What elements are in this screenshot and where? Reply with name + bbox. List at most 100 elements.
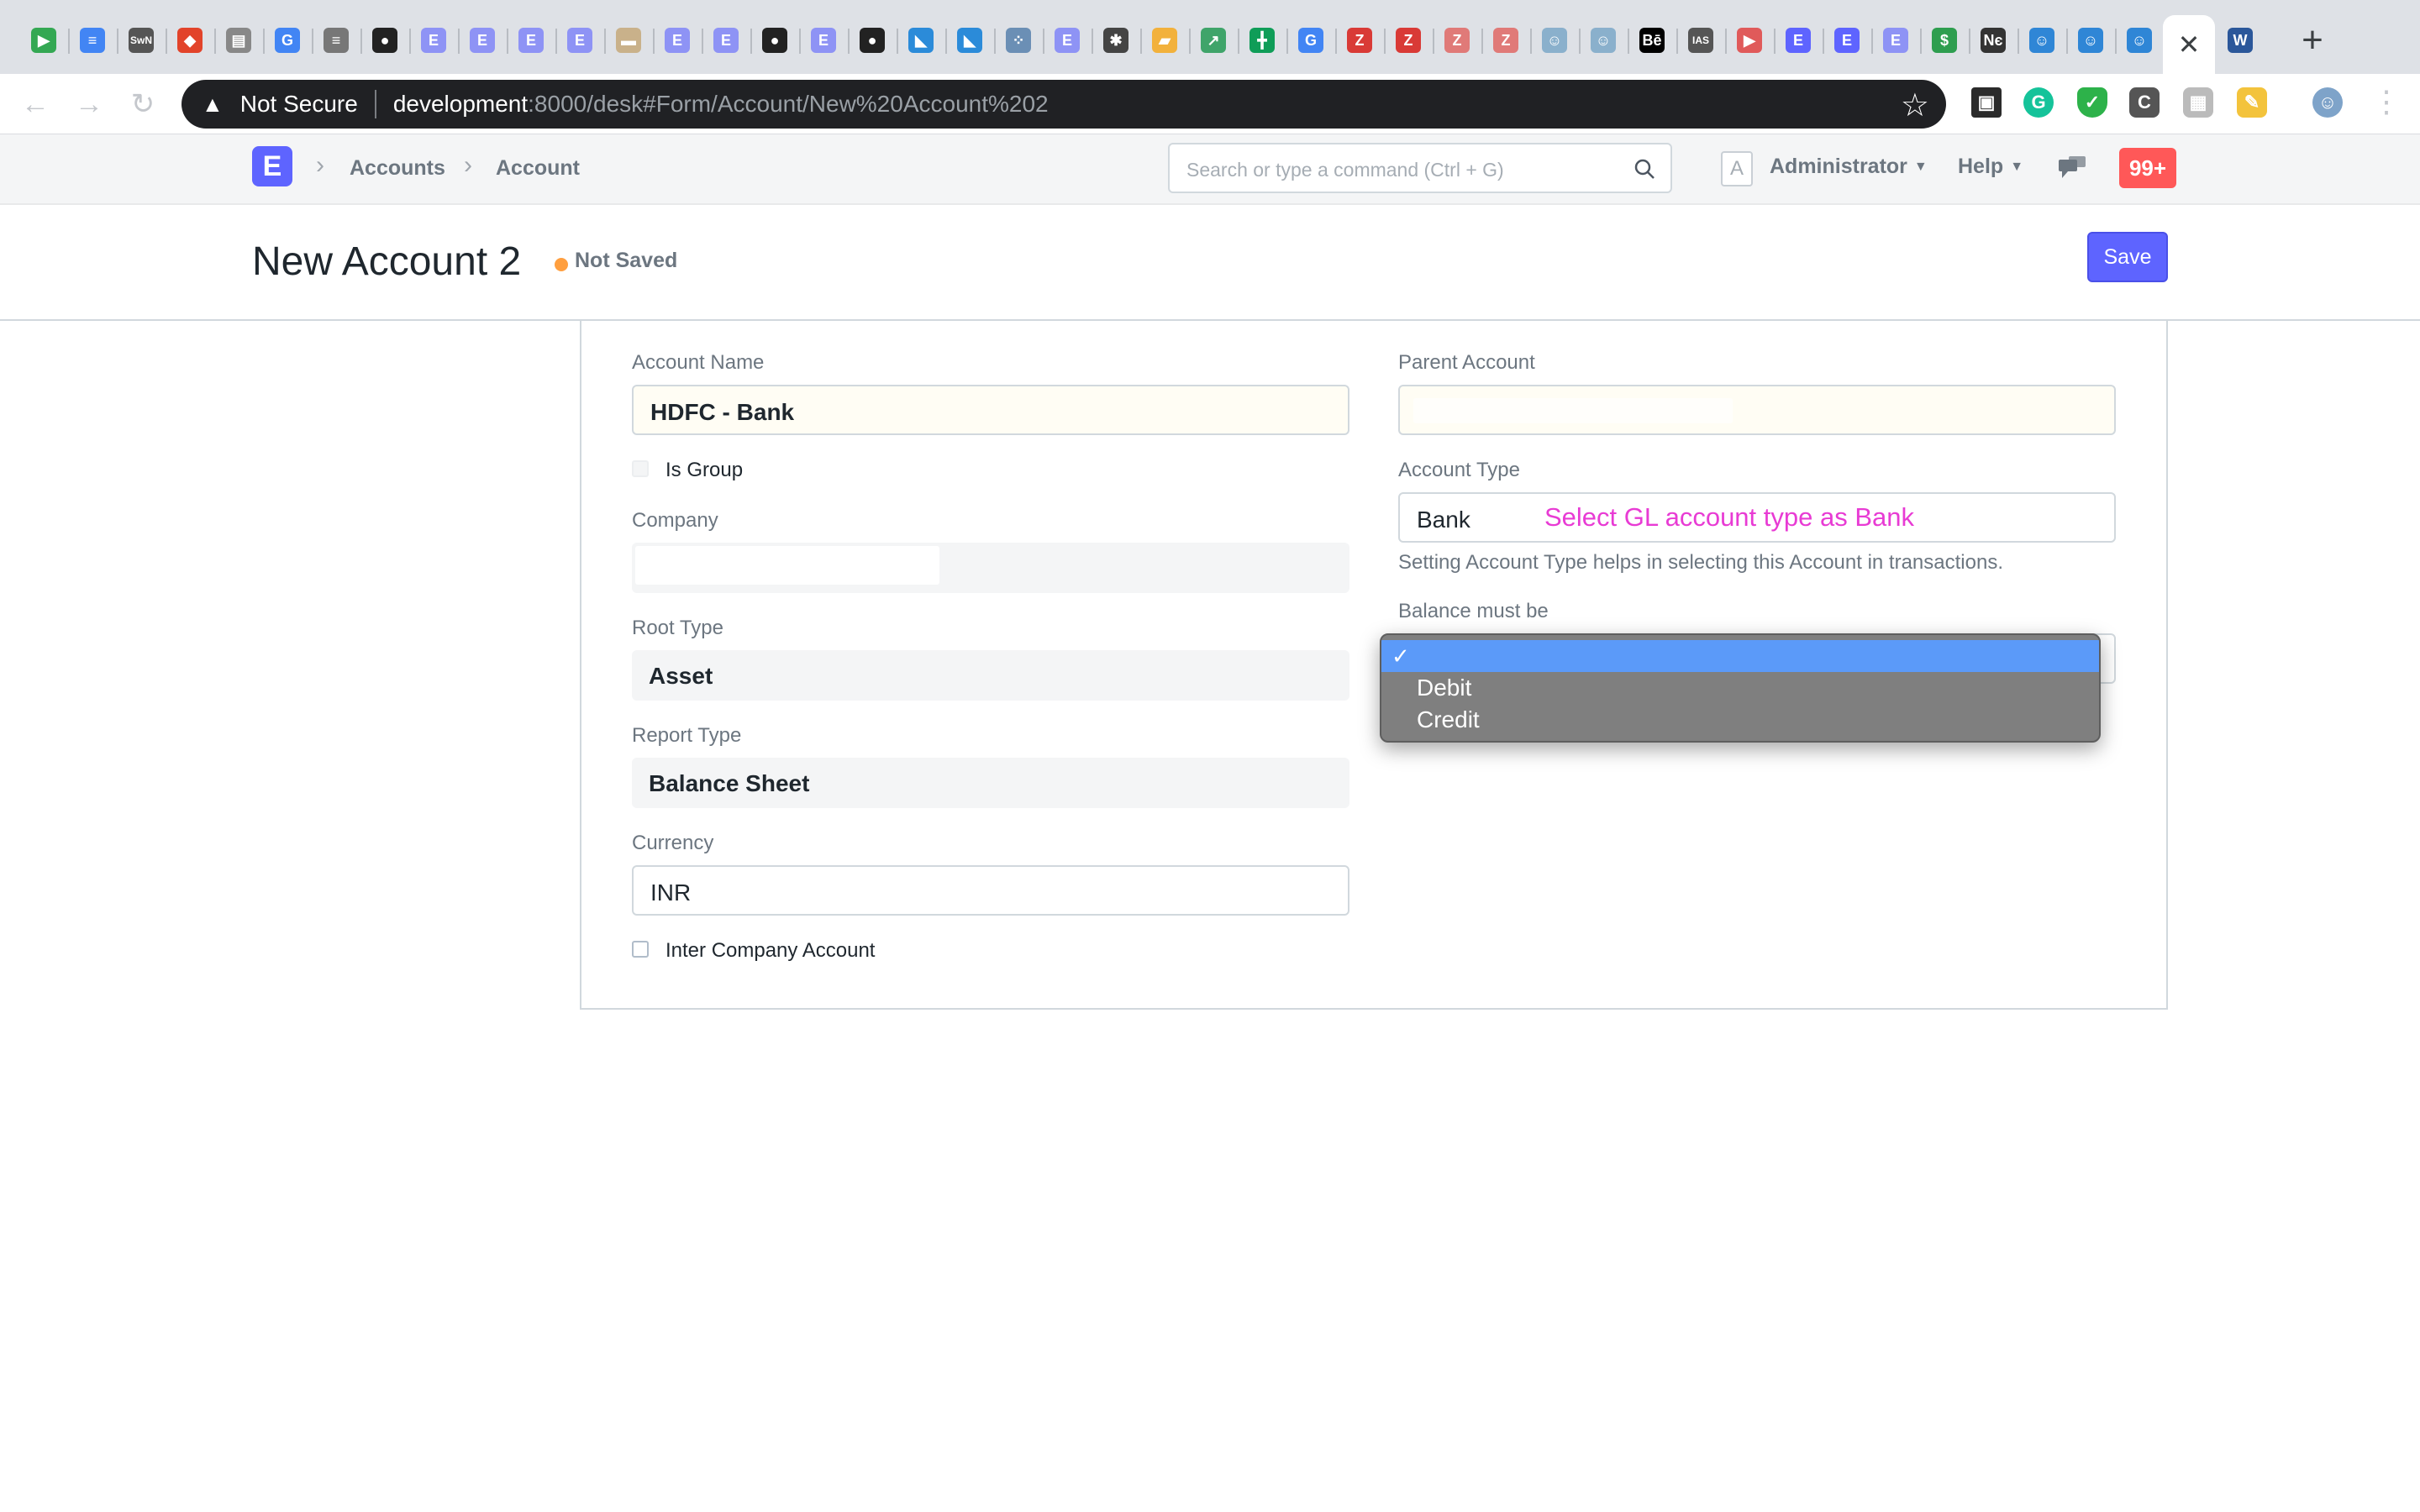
inter-company-checkbox[interactable] xyxy=(632,941,649,958)
browser-tab[interactable]: ↗ xyxy=(1192,18,1235,62)
tab-separator xyxy=(360,29,362,54)
browser-tab[interactable]: ✱ xyxy=(1094,18,1138,62)
browser-tab[interactable]: ☺ xyxy=(2118,18,2161,62)
back-icon[interactable]: ← xyxy=(17,86,54,123)
user-name: Administrator xyxy=(1770,155,1907,178)
parent-account-field[interactable] xyxy=(1398,385,2116,435)
browser-tab[interactable]: E xyxy=(802,18,845,62)
close-tab-icon[interactable]: ✕ xyxy=(2178,29,2201,60)
forward-icon[interactable]: → xyxy=(71,86,108,123)
octocat-icon: ☺ xyxy=(2127,28,2152,53)
browser-tab[interactable]: ◣ xyxy=(948,18,992,62)
balance-options-popup[interactable]: ✓ Debit Credit xyxy=(1380,633,2101,743)
browser-tab[interactable]: E xyxy=(1874,18,1918,62)
browser-tab[interactable]: Nє xyxy=(1971,18,2015,62)
browser-tab[interactable]: ● xyxy=(753,18,797,62)
user-menu[interactable]: Administrator ▼ xyxy=(1770,155,1928,179)
browser-tab[interactable]: ☺ xyxy=(1581,18,1625,62)
browser-tab[interactable]: E xyxy=(412,18,455,62)
play-store-icon: ▶ xyxy=(31,28,56,53)
tab-separator xyxy=(2066,29,2068,54)
browser-tab[interactable]: E xyxy=(1045,18,1089,62)
browser-tab[interactable]: $ xyxy=(1923,18,1966,62)
picture-in-picture-icon[interactable]: ▣ xyxy=(1971,87,2002,118)
browser-tab[interactable]: Z xyxy=(1386,18,1430,62)
browser-tab[interactable]: SwN xyxy=(119,18,163,62)
browser-tab[interactable]: ☺ xyxy=(2020,18,2064,62)
awesome-bar[interactable]: Search or type a command (Ctrl + G) xyxy=(1168,143,1672,193)
profile-avatar-icon[interactable]: ☺ xyxy=(2312,87,2343,118)
browser-tab[interactable]: E xyxy=(1825,18,1869,62)
grammarly-icon[interactable]: G xyxy=(2023,87,2054,118)
browser-tab[interactable]: ▤ xyxy=(217,18,260,62)
browser-tab[interactable]: E xyxy=(509,18,553,62)
browser-tab[interactable]: Z xyxy=(1484,18,1528,62)
browser-tab[interactable]: E xyxy=(704,18,748,62)
save-button[interactable]: Save xyxy=(2087,232,2168,282)
active-tab[interactable]: ✕ xyxy=(2163,15,2215,74)
grid-extension-icon[interactable]: ▦ xyxy=(2183,87,2213,118)
root-type-value: Asset xyxy=(649,663,713,689)
url-path: :8000/desk#Form/Account/New%20Account%20… xyxy=(528,91,1049,117)
browser-tab[interactable]: ╋ xyxy=(1240,18,1284,62)
reload-icon[interactable]: ↻ xyxy=(124,86,161,123)
browser-tab[interactable]: ● xyxy=(363,18,407,62)
browser-tab[interactable]: ≡ xyxy=(71,18,114,62)
browser-tab[interactable]: E xyxy=(460,18,504,62)
notifications-badge[interactable]: 99+ xyxy=(2119,148,2176,188)
shield-extension-icon[interactable]: ✓ xyxy=(2077,87,2107,118)
is-group-checkbox[interactable] xyxy=(632,460,649,477)
browser-tab[interactable]: E xyxy=(1776,18,1820,62)
browser-tab[interactable]: ▰ xyxy=(1143,18,1186,62)
browser-tab[interactable]: G xyxy=(266,18,309,62)
broom-extension-icon[interactable]: ✎ xyxy=(2237,87,2267,118)
browser-tab[interactable]: E xyxy=(655,18,699,62)
chat-icon[interactable] xyxy=(2057,155,2087,181)
search-icon[interactable] xyxy=(1634,158,1655,180)
browser-tab[interactable]: ☺ xyxy=(2069,18,2112,62)
browser-tab[interactable]: Bē xyxy=(1630,18,1674,62)
currency-value: INR xyxy=(650,879,692,906)
tab-separator xyxy=(166,29,167,54)
tab-separator xyxy=(1530,29,1532,54)
browser-tab[interactable]: IAS xyxy=(1679,18,1723,62)
bookmark-star-icon[interactable]: ☆ xyxy=(1901,87,1929,124)
balance-option-credit[interactable]: Credit xyxy=(1381,704,2099,736)
c-extension-icon[interactable]: C xyxy=(2129,87,2160,118)
address-bar[interactable]: ▲ Not Secure development:8000/desk#Form/… xyxy=(182,80,1946,129)
breadcrumb-accounts[interactable]: Accounts xyxy=(350,156,445,181)
currency-field[interactable]: INR xyxy=(632,865,1349,916)
breadcrumb-account[interactable]: Account xyxy=(496,156,580,181)
warning-icon: ▲ xyxy=(202,91,224,117)
company-field[interactable] xyxy=(632,543,1349,593)
new-tab-button[interactable]: + xyxy=(2292,22,2333,62)
avatar[interactable]: A xyxy=(1721,151,1753,186)
app-logo[interactable]: E xyxy=(252,146,292,186)
balance-option-blank[interactable]: ✓ xyxy=(1381,640,2099,672)
octocat-icon: ☺ xyxy=(1542,28,1567,53)
browser-tab[interactable]: ≡ xyxy=(314,18,358,62)
browser-menu-icon[interactable]: ⋮ xyxy=(2371,84,2402,119)
browser-tab[interactable]: G xyxy=(1289,18,1333,62)
zotero-icon: Z xyxy=(1396,28,1421,53)
account-type-hint: Setting Account Type helps in selecting … xyxy=(1398,551,2003,574)
browser-tab[interactable]: ▬ xyxy=(607,18,650,62)
browser-tab[interactable]: ◆ xyxy=(168,18,212,62)
company-redacted-value xyxy=(635,546,939,585)
account-type-annotation: Select GL account type as Bank xyxy=(1544,502,1914,532)
browser-tab[interactable]: E xyxy=(558,18,602,62)
account-name-field[interactable]: HDFC - Bank xyxy=(632,385,1349,435)
browser-tab[interactable]: ⁘ xyxy=(997,18,1040,62)
browser-tab[interactable]: Z xyxy=(1435,18,1479,62)
balance-option-debit[interactable]: Debit xyxy=(1381,672,2099,704)
browser-tab[interactable]: ▶ xyxy=(22,18,66,62)
erpnext-icon: E xyxy=(470,28,495,53)
security-label[interactable]: Not Secure xyxy=(240,91,358,118)
browser-tab[interactable]: Z xyxy=(1338,18,1381,62)
browser-tab[interactable]: ◣ xyxy=(899,18,943,62)
help-menu[interactable]: Help ▼ xyxy=(1958,155,2023,179)
browser-tab[interactable]: W xyxy=(2218,18,2262,62)
browser-tab[interactable]: ☺ xyxy=(1533,18,1576,62)
browser-tab[interactable]: ● xyxy=(850,18,894,62)
browser-tab[interactable]: ▶ xyxy=(1728,18,1771,62)
